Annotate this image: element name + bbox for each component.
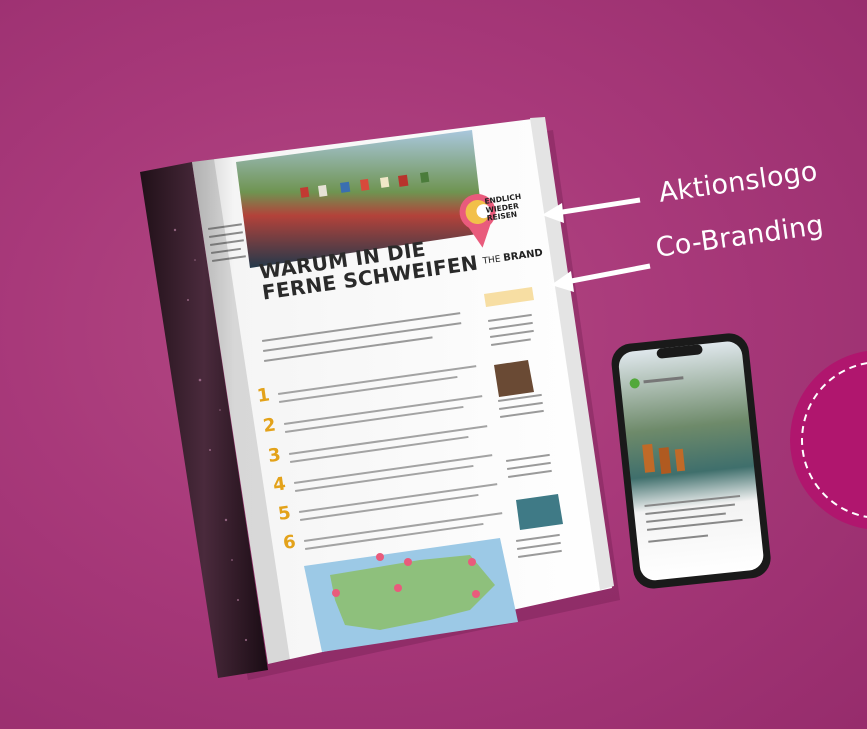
scene: 1 2 3 4 5 6 WARUM IN DIE FERNE SCHWEIFEN… — [0, 0, 867, 729]
column-photo-1 — [494, 360, 534, 397]
scene-artwork: 1 2 3 4 5 6 — [140, 117, 867, 680]
column-photo-2 — [516, 494, 563, 530]
phone — [611, 333, 771, 589]
